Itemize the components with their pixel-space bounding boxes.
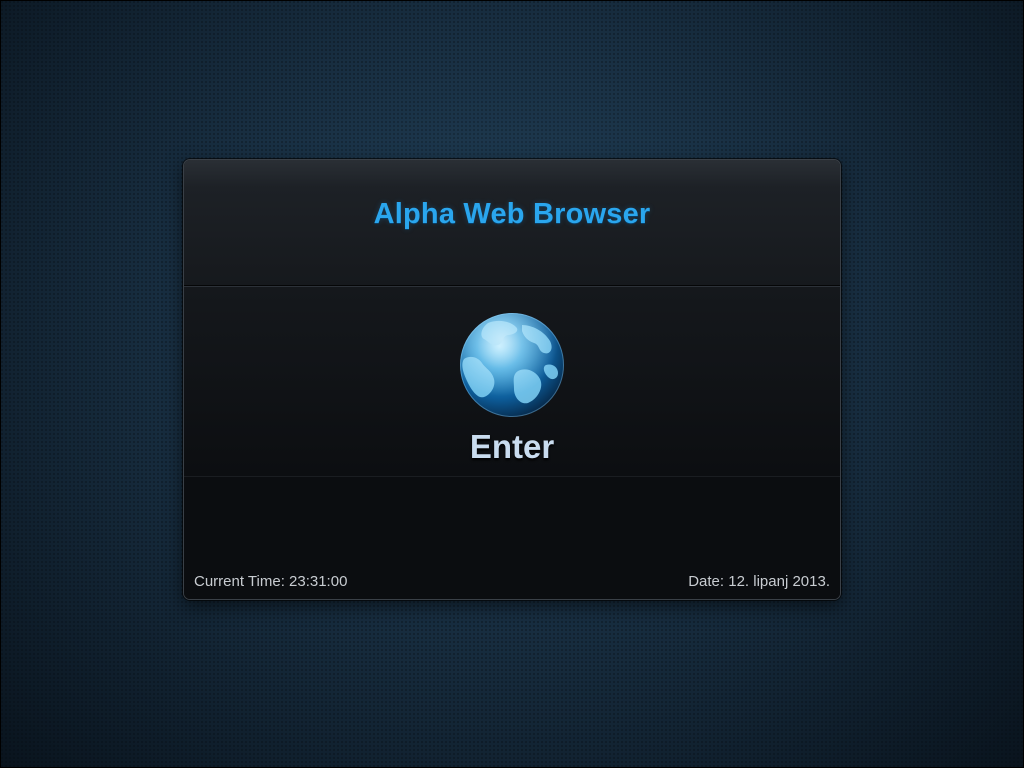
app-title: Alpha Web Browser [373, 198, 651, 230]
enter-button[interactable]: Enter [444, 301, 580, 469]
enter-area: Enter [184, 287, 840, 477]
enter-label: Enter [469, 428, 555, 465]
current-date: Date: 12. lipanj 2013. [688, 573, 830, 590]
globe-icon [460, 313, 564, 417]
start-panel: Alpha Web Browser Enter Current Time: 23… [183, 159, 841, 600]
panel-header: Alpha Web Browser [184, 160, 840, 287]
current-time: Current Time: 23:31:00 [194, 573, 348, 590]
panel-footer: Current Time: 23:31:00 Date: 12. lipanj … [184, 477, 840, 599]
